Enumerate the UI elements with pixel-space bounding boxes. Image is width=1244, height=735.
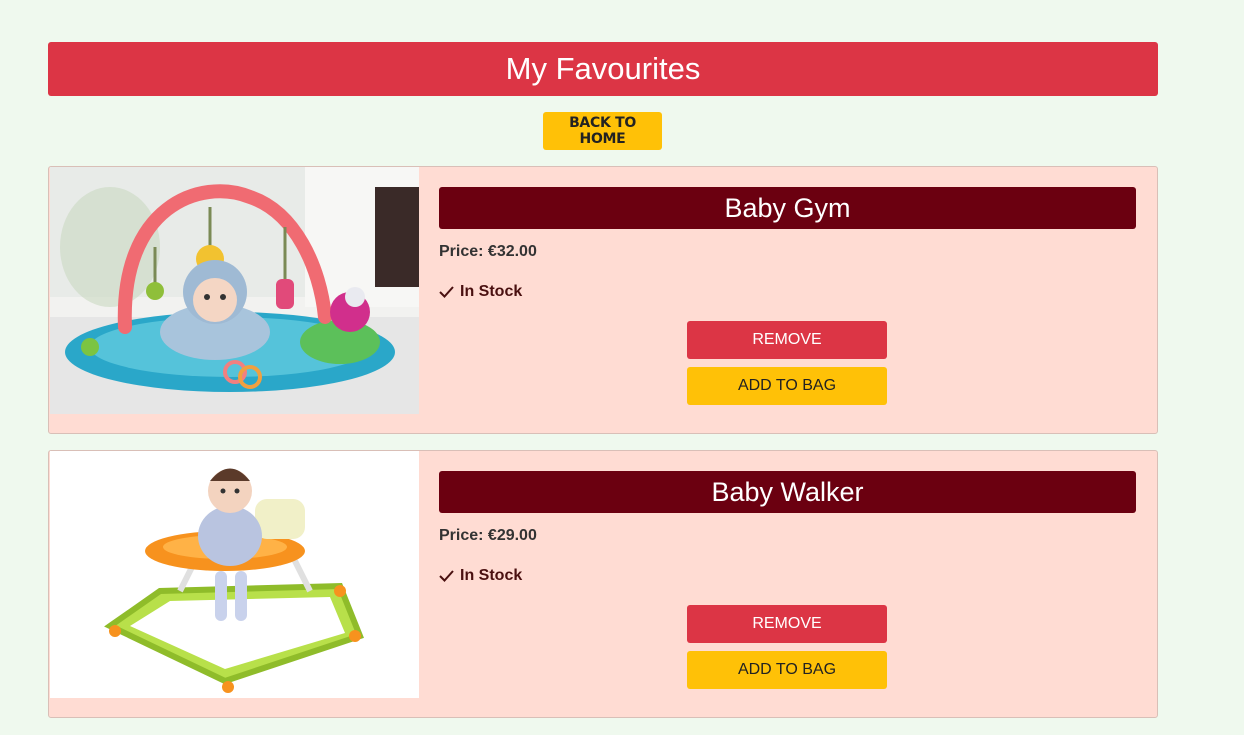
product-name: Baby Walker	[711, 476, 864, 507]
baby-walker-illustration	[50, 451, 419, 696]
baby-gym-illustration	[50, 167, 419, 414]
product-title-bar: Baby Gym	[439, 187, 1136, 229]
stock-label: In Stock	[460, 283, 523, 300]
product-title-bar: Baby Walker	[439, 471, 1136, 513]
product-name: Baby Gym	[724, 192, 851, 223]
back-to-home-button[interactable]: BACK TO HOME	[543, 112, 662, 150]
remove-button[interactable]: REMOVE	[687, 605, 887, 643]
remove-button[interactable]: REMOVE	[687, 321, 887, 359]
page-header: My Favourites	[48, 42, 1158, 96]
product-image-baby-walker[interactable]	[50, 451, 419, 698]
page-title: My Favourites	[505, 51, 701, 86]
add-to-bag-button[interactable]: ADD TO BAG	[687, 651, 887, 689]
stock-label: In Stock	[460, 567, 523, 584]
add-to-bag-button[interactable]: ADD TO BAG	[687, 367, 887, 405]
product-price: Price: €29.00	[439, 527, 537, 544]
product-image-baby-gym[interactable]	[50, 167, 419, 414]
favourite-card: Baby Walker Price: €29.00 In Stock REMOV…	[48, 450, 1158, 718]
stock-status: In Stock	[439, 567, 522, 585]
check-icon	[439, 570, 454, 582]
check-icon	[439, 286, 454, 298]
favourite-card: Baby Gym Price: €32.00 In Stock REMOVE A…	[48, 166, 1158, 434]
product-price: Price: €32.00	[439, 243, 537, 260]
stock-status: In Stock	[439, 283, 522, 301]
